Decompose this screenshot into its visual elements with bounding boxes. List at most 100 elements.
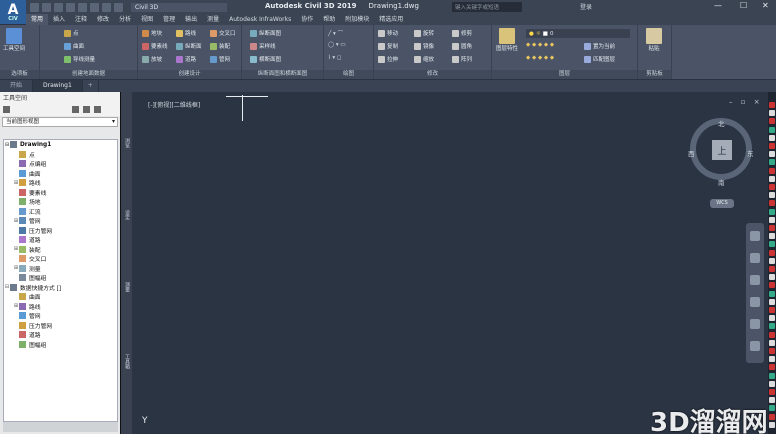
traverse-button[interactable]: 导线测量: [64, 55, 95, 63]
tool-strip-icon[interactable]: [769, 331, 775, 338]
new-icon[interactable]: [30, 2, 39, 12]
ribbon-tab[interactable]: 测量: [202, 14, 224, 25]
stretch-button[interactable]: 拉伸: [378, 55, 398, 63]
polyline-tool[interactable]: ⌇ ▾ ◻: [328, 55, 342, 61]
ribbon-tab[interactable]: 修改: [92, 14, 114, 25]
circle-tool[interactable]: ◯ ▾ ▭: [328, 42, 346, 48]
tool-strip-icon[interactable]: [769, 290, 775, 297]
tree-item[interactable]: 要素线: [4, 188, 117, 198]
side-tab[interactable]: 浏览: [122, 138, 131, 148]
parcel-button[interactable]: 地块: [142, 29, 162, 37]
tree-item[interactable]: 点编组: [4, 159, 117, 169]
tool-strip-icon[interactable]: [769, 323, 775, 330]
tool-strip-icon[interactable]: [769, 167, 775, 174]
tree-item[interactable]: ⊞ 测量: [4, 264, 117, 274]
copy-button[interactable]: 复制: [378, 42, 398, 50]
close-button[interactable]: ✕: [762, 1, 769, 10]
print-icon[interactable]: [78, 2, 87, 12]
tool-strip-icon[interactable]: [769, 356, 775, 363]
open-icon[interactable]: [42, 2, 51, 12]
tool-strip-icon[interactable]: [769, 397, 775, 404]
tool-strip-icon[interactable]: [769, 364, 775, 371]
pan-icon[interactable]: [750, 253, 760, 263]
ribbon-tab[interactable]: 精选应用: [374, 14, 408, 25]
ribbon-tab[interactable]: 常用: [26, 14, 49, 25]
tree-item[interactable]: 管网: [4, 311, 117, 321]
alignment-button[interactable]: 路线: [176, 29, 196, 37]
tool-strip-icon[interactable]: [769, 257, 775, 264]
tree-item[interactable]: ⊞ 路线: [4, 178, 117, 188]
tree-item[interactable]: 道路: [4, 330, 117, 340]
viewcube-east[interactable]: 东: [747, 148, 754, 158]
login-button[interactable]: 登录: [580, 2, 592, 11]
tool-strip-icon[interactable]: [769, 102, 775, 108]
move-button[interactable]: 移动: [378, 29, 398, 37]
tool-strip-icon[interactable]: [769, 225, 775, 231]
toolspace-tool-icon-3[interactable]: [83, 105, 90, 113]
orbit-icon[interactable]: [750, 297, 760, 307]
profile-view-button[interactable]: 纵断面图: [250, 29, 281, 37]
ribbon-tab[interactable]: 帮助: [318, 14, 340, 25]
viewcube-north[interactable]: 北: [718, 118, 725, 128]
workspace-dropdown[interactable]: Civil 3D: [131, 2, 227, 12]
tree-item[interactable]: 曲面: [4, 292, 117, 302]
points-button[interactable]: 点: [64, 29, 79, 37]
side-tab[interactable]: 设定: [122, 210, 131, 220]
tool-strip-icon[interactable]: [769, 282, 775, 289]
layer-dropdown[interactable]: ● ☼ ■ 0: [526, 29, 630, 38]
tool-strip-icon[interactable]: [769, 421, 775, 428]
tree-item[interactable]: 压力管网: [4, 226, 117, 236]
tool-strip-icon[interactable]: [769, 413, 775, 420]
ribbon-tab[interactable]: 输出: [180, 14, 202, 25]
rotate-button[interactable]: 旋转: [414, 29, 434, 37]
trim-button[interactable]: 修剪: [452, 29, 472, 37]
fillet-button[interactable]: 圆角: [452, 42, 472, 50]
make-current-button[interactable]: 置为当前: [584, 42, 615, 50]
search-input[interactable]: 键入关键字或短语: [452, 2, 522, 12]
steering-wheel-icon[interactable]: [750, 231, 760, 241]
tree-item[interactable]: 交叉口: [4, 254, 117, 264]
tool-strip-icon[interactable]: [769, 200, 775, 207]
undo-icon[interactable]: [90, 2, 99, 12]
tool-strip-icon[interactable]: [769, 405, 775, 412]
redo-icon[interactable]: [102, 2, 111, 12]
tree-item[interactable]: ⊟ Drawing1: [4, 140, 117, 150]
document-tab[interactable]: Drawing1: [33, 80, 83, 92]
tool-strip-icon[interactable]: [769, 134, 775, 141]
tool-strip-icon[interactable]: [769, 348, 775, 354]
new-tab-button[interactable]: +: [83, 80, 99, 92]
navbar-menu-icon[interactable]: [750, 341, 760, 351]
ribbon-tab[interactable]: 注释: [70, 14, 92, 25]
restore-button[interactable]: ☐: [740, 1, 747, 10]
ribbon-tab[interactable]: 视图: [136, 14, 158, 25]
assembly-button[interactable]: 装配: [210, 42, 230, 50]
tool-strip-icon[interactable]: [769, 249, 775, 256]
tool-strip-icon[interactable]: [769, 208, 775, 215]
viewcube-west[interactable]: 西: [688, 148, 695, 158]
tool-strip-icon[interactable]: [769, 151, 775, 158]
toolspace-tool-icon-4[interactable]: [94, 105, 101, 113]
toolspace-tool-icon-1[interactable]: [3, 105, 10, 113]
tree-item[interactable]: 汇流: [4, 207, 117, 217]
workspace-icon[interactable]: [114, 2, 123, 12]
corridor-button[interactable]: 道路: [176, 55, 196, 63]
tool-strip-icon[interactable]: [769, 298, 775, 305]
tool-strip-icon[interactable]: [769, 216, 775, 223]
layer-tools-row-1[interactable]: ◆ ◆ ◆ ◆ ◆: [526, 42, 554, 48]
save-icon[interactable]: [54, 2, 63, 12]
grading-button[interactable]: 放坡: [142, 55, 162, 63]
intersection-button[interactable]: 交叉口: [210, 29, 236, 37]
mirror-button[interactable]: 镜像: [414, 42, 434, 50]
tree-item[interactable]: ⊞ 装配: [4, 245, 117, 255]
ribbon-tab[interactable]: 管理: [158, 14, 180, 25]
viewport-label[interactable]: [-][俯视][二维线框]: [148, 100, 200, 109]
tree-item[interactable]: 曲面: [4, 169, 117, 179]
tool-strip-icon[interactable]: [769, 184, 775, 190]
ribbon-tab[interactable]: 分析: [114, 14, 136, 25]
tree-item[interactable]: 道路: [4, 235, 117, 245]
side-tab[interactable]: 工具箱: [122, 354, 131, 369]
ribbon-tab[interactable]: 协作: [296, 14, 318, 25]
tool-strip-icon[interactable]: [769, 159, 775, 166]
ribbon-tab[interactable]: Autodesk InfraWorks: [224, 14, 296, 25]
pipe-network-button[interactable]: 管网: [210, 55, 230, 63]
